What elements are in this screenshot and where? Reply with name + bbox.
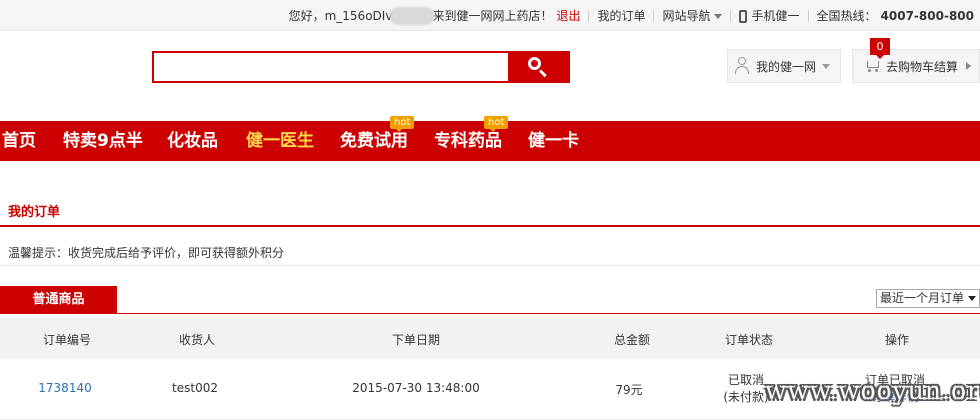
tab-underline	[0, 313, 980, 314]
order-number-link[interactable]: 1738140	[38, 381, 91, 395]
nav-item-card[interactable]: 健一卡	[528, 121, 579, 161]
hotline-number: 4007-800-800	[880, 8, 974, 23]
divider	[653, 9, 655, 22]
divider	[0, 265, 980, 266]
mobile-label: 手机健一	[751, 9, 800, 23]
tab-regular-goods[interactable]: 普通商品	[0, 286, 117, 314]
hotline-label: 全国热线：	[816, 9, 877, 23]
site-nav-label: 网站导航	[662, 9, 711, 23]
tip-text: 温馨提示：收货完成后给予评价，即可获得额外积分	[8, 246, 285, 260]
receiver-cell: test002	[172, 381, 218, 395]
search-icon	[527, 56, 549, 78]
chevron-down-icon	[968, 296, 976, 301]
site-nav-menu[interactable]: 网站导航	[662, 7, 722, 24]
nav-item-flash-sale[interactable]: 特卖9点半	[63, 121, 143, 161]
col-order-date: 下单日期	[391, 333, 441, 347]
chevron-down-icon	[822, 63, 831, 69]
cart-count-badge: 0	[870, 38, 890, 59]
divider	[729, 9, 731, 22]
user-icon	[734, 57, 750, 75]
status-sub-text: (未付款)	[723, 390, 769, 404]
search-button[interactable]	[508, 53, 568, 81]
user-menu-button[interactable]: 我的健一网	[727, 49, 841, 83]
welcome-text: 来到健一网网上药店！	[432, 9, 553, 23]
top-bar: 您好， m_156oDIv 来到健一网网上药店！ 退出 我的订单 网站导航 手机…	[0, 0, 980, 31]
chevron-right-icon	[966, 62, 972, 70]
search-box	[152, 51, 570, 83]
period-select-value: 最近一个月订单	[880, 291, 965, 305]
divider	[807, 9, 809, 22]
chevron-down-icon	[713, 14, 722, 19]
col-status: 订单状态	[724, 333, 774, 347]
hot-badge: hot	[484, 116, 509, 132]
orders-table-header: 订单编号 收货人 下单日期 总金额 订单状态 操作	[0, 318, 980, 359]
title-divider	[0, 225, 980, 227]
nav-item-cosmetics[interactable]: 化妆品	[167, 121, 218, 161]
watermark: www.wooyun.org	[765, 376, 980, 405]
phone-icon	[738, 10, 747, 23]
col-action: 操作	[884, 333, 910, 347]
nav-item-home[interactable]: 首页	[2, 121, 36, 161]
main-nav: 首页 特卖9点半 化妆品 健一医生 免费试用 hot 专科药品 hot 健一卡	[0, 116, 980, 161]
divider	[588, 9, 590, 22]
status-cell: 已取消 (未付款)	[723, 372, 768, 406]
logout-link[interactable]: 退出	[556, 7, 580, 24]
my-orders-link[interactable]: 我的订单	[597, 7, 645, 24]
mobile-link[interactable]: 手机健一	[738, 7, 800, 24]
col-amount: 总金额	[613, 333, 651, 347]
status-text: 已取消	[727, 373, 764, 387]
username: m_156oDIv	[324, 8, 393, 23]
cart-label: 去购物车结算	[886, 59, 959, 74]
col-order-no: 订单编号	[42, 333, 92, 347]
user-menu-label: 我的健一网	[756, 59, 817, 74]
nav-item-doctor[interactable]: 健一医生	[246, 121, 314, 161]
hot-badge: hot	[390, 116, 415, 132]
col-receiver: 收货人	[178, 333, 216, 347]
greeting-text: 您好，	[288, 9, 325, 23]
amount-cell: 79元	[615, 383, 643, 397]
page-title: 我的订单	[8, 205, 61, 220]
period-select[interactable]: 最近一个月订单	[876, 289, 980, 308]
cart-icon	[865, 59, 881, 73]
order-date-cell: 2015-07-30 13:48:00	[352, 381, 480, 395]
redacted-blur	[390, 6, 435, 25]
search-input[interactable]	[154, 53, 508, 81]
